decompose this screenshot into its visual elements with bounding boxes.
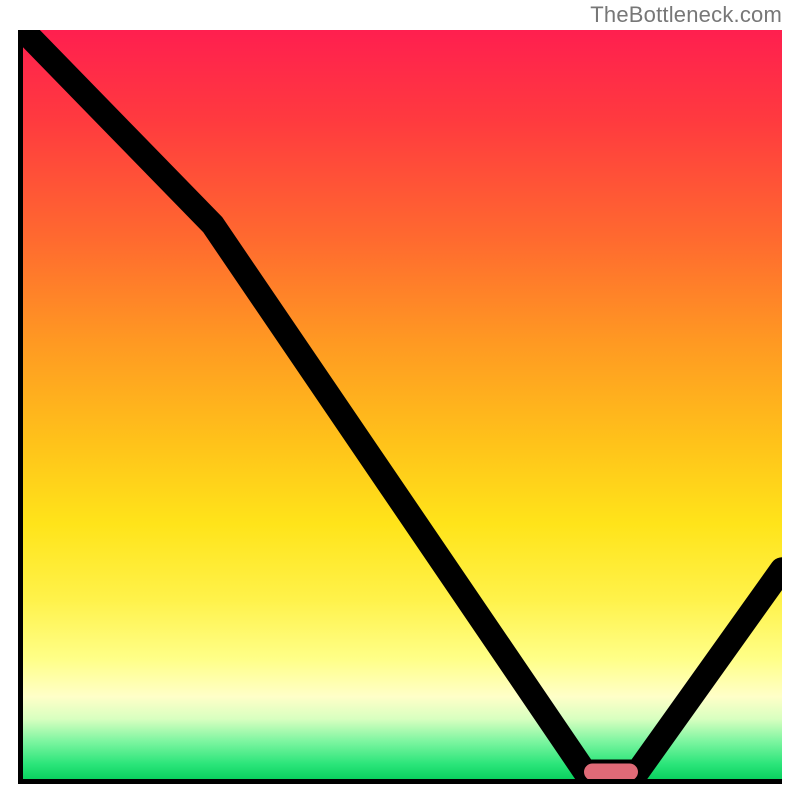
attribution-label: TheBottleneck.com xyxy=(590,2,782,28)
chart-wrapper: TheBottleneck.com xyxy=(0,0,800,800)
plot-area xyxy=(18,30,782,784)
bottleneck-curve xyxy=(23,30,782,779)
optimal-marker xyxy=(584,763,638,780)
